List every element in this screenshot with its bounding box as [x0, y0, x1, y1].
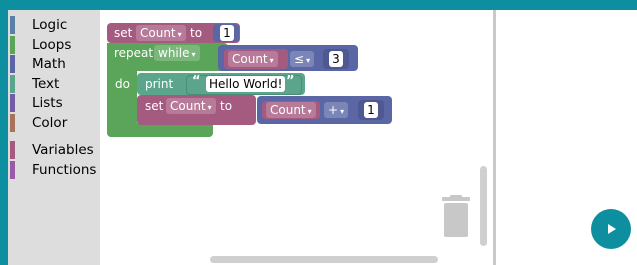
category-color-swatch [10, 36, 15, 54]
category-color-swatch [10, 16, 15, 34]
category-color-swatch [10, 94, 15, 112]
horizontal-scrollbar[interactable] [210, 256, 438, 263]
category-label: Logic [32, 17, 68, 33]
operator-dropdown[interactable]: ≤ ▾ [290, 51, 315, 67]
category-label: Text [32, 76, 60, 92]
toolbox-category-functions[interactable]: Functions [10, 160, 96, 180]
variable-name: Count [232, 52, 268, 66]
toolbox-category-math[interactable]: Math [10, 54, 66, 74]
operator-value: ≤ [294, 52, 305, 66]
category-color-swatch [10, 55, 15, 73]
variable-dropdown[interactable]: Count ▾ [228, 51, 278, 67]
toolbox-category-text[interactable]: Text [10, 74, 59, 94]
trash-icon[interactable] [440, 195, 472, 239]
category-label: Loops [32, 37, 72, 53]
category-color-swatch [10, 141, 15, 159]
loop-mode-value: while [158, 46, 190, 60]
run-button[interactable] [591, 209, 631, 249]
to-keyword: to [190, 26, 203, 40]
toolbox-category-lists[interactable]: Lists [10, 93, 63, 113]
left-accent-bar [0, 10, 8, 265]
category-color-swatch [10, 161, 15, 179]
category-label: Variables [32, 142, 94, 158]
chevron-down-icon: ▾ [269, 56, 274, 65]
repeat-keyword: repeat [114, 46, 154, 60]
variable-dropdown[interactable]: Count ▾ [266, 102, 316, 118]
variable-dropdown[interactable]: Count ▾ [136, 25, 186, 41]
number-field[interactable]: 3 [329, 51, 343, 67]
chevron-down-icon: ▾ [207, 103, 212, 112]
variable-name: Count [140, 26, 176, 40]
category-label: Color [32, 115, 68, 131]
category-color-swatch [10, 114, 15, 132]
set-keyword: set [145, 99, 164, 113]
variable-name: Count [270, 103, 306, 117]
operator-dropdown[interactable]: + ▾ [324, 102, 349, 118]
toolbox-category-variables[interactable]: Variables [10, 140, 94, 160]
chevron-down-icon: ▾ [191, 50, 196, 59]
open-quote-icon: “ [192, 74, 201, 89]
close-quote-icon: ” [286, 74, 295, 89]
category-color-swatch [10, 75, 15, 93]
category-label: Math [32, 56, 66, 72]
repeat-block-bottom [107, 123, 213, 137]
chevron-down-icon: ▾ [306, 56, 311, 65]
play-icon [608, 224, 616, 234]
toolbox-category-logic[interactable]: Logic [10, 15, 67, 35]
text-field[interactable]: Hello World! [206, 76, 286, 92]
chevron-down-icon: ▾ [307, 107, 312, 116]
chevron-down-icon: ▾ [340, 107, 345, 116]
toolbox: Logic Loops Math Text Lists Color Variab… [8, 10, 100, 265]
number-field[interactable]: 1 [220, 25, 234, 41]
print-keyword: print [145, 77, 174, 91]
variable-dropdown[interactable]: Count ▾ [166, 98, 216, 114]
number-field[interactable]: 1 [364, 102, 378, 118]
to-keyword: to [220, 99, 233, 113]
top-accent-bar [0, 0, 637, 10]
do-keyword: do [115, 77, 130, 91]
operator-value: + [328, 103, 339, 117]
output-pane [496, 10, 637, 265]
toolbox-category-color[interactable]: Color [10, 113, 67, 133]
category-label: Functions [32, 162, 97, 178]
set-keyword: set [114, 26, 133, 40]
toolbox-category-loops[interactable]: Loops [10, 35, 71, 55]
chevron-down-icon: ▾ [177, 30, 182, 39]
loop-mode-dropdown[interactable]: while ▾ [154, 45, 200, 61]
vertical-scrollbar[interactable] [480, 166, 487, 246]
variable-name: Count [170, 99, 206, 113]
workspace[interactable]: set Count ▾ to 1 repeat while ▾ do Count ▾ … [100, 10, 493, 265]
category-label: Lists [32, 95, 63, 111]
blockly-editor: Logic Loops Math Text Lists Color Variab… [0, 0, 637, 265]
